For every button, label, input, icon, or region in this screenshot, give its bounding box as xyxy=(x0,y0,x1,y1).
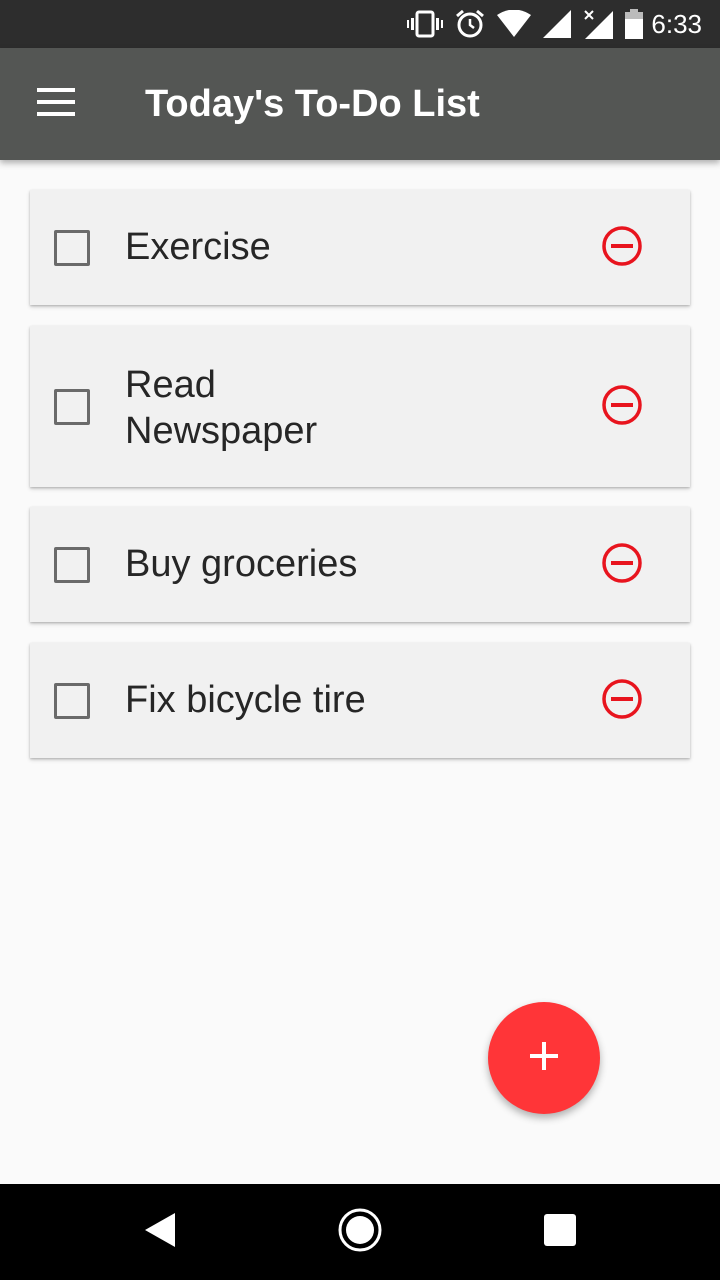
task-card: Exercise xyxy=(30,190,690,305)
task-card: Fix bicycle tire xyxy=(30,643,690,758)
hamburger-menu-icon xyxy=(37,87,75,121)
add-task-button[interactable] xyxy=(488,1002,600,1114)
recents-icon xyxy=(543,1213,577,1252)
status-icons xyxy=(407,9,644,39)
nav-home-button[interactable] xyxy=(300,1184,420,1280)
task-label: Fix bicycle tire xyxy=(125,679,366,721)
remove-icon xyxy=(601,678,643,725)
task-checkbox[interactable] xyxy=(54,547,90,583)
wifi-icon xyxy=(497,10,532,38)
status-time: 6:33 xyxy=(651,8,702,39)
system-nav-bar xyxy=(0,1184,720,1280)
task-card: Buy groceries xyxy=(30,507,690,622)
task-checkbox[interactable] xyxy=(54,389,90,425)
task-label: Exercise xyxy=(125,226,271,268)
cell-no-data-icon xyxy=(583,9,614,39)
cell-signal-icon xyxy=(543,10,572,38)
remove-icon xyxy=(601,225,643,272)
app-bar: Today's To-Do List xyxy=(0,48,720,160)
remove-task-button[interactable] xyxy=(600,225,644,272)
nav-recents-button[interactable] xyxy=(500,1184,620,1280)
task-checkbox[interactable] xyxy=(54,230,90,266)
home-icon xyxy=(337,1207,383,1258)
remove-task-button[interactable] xyxy=(600,384,644,431)
plus-icon xyxy=(528,1040,560,1077)
vibrate-icon xyxy=(407,10,444,38)
task-label: Read Newspaper xyxy=(125,364,318,452)
status-bar: 6:33 xyxy=(0,0,720,48)
task-label: Buy groceries xyxy=(125,543,358,585)
remove-task-button[interactable] xyxy=(600,678,644,725)
menu-button[interactable] xyxy=(0,48,112,160)
nav-back-button[interactable] xyxy=(100,1184,220,1280)
remove-icon xyxy=(601,542,643,589)
task-list: Exercise Read Newspaper Buy groceries Fi… xyxy=(0,160,720,1184)
remove-icon xyxy=(601,384,643,431)
alarm-icon xyxy=(455,9,485,39)
battery-icon xyxy=(625,9,644,39)
back-icon xyxy=(143,1212,177,1253)
remove-task-button[interactable] xyxy=(600,542,644,589)
page-title: Today's To-Do List xyxy=(145,82,480,125)
task-checkbox[interactable] xyxy=(54,683,90,719)
task-card: Read Newspaper xyxy=(30,326,690,487)
